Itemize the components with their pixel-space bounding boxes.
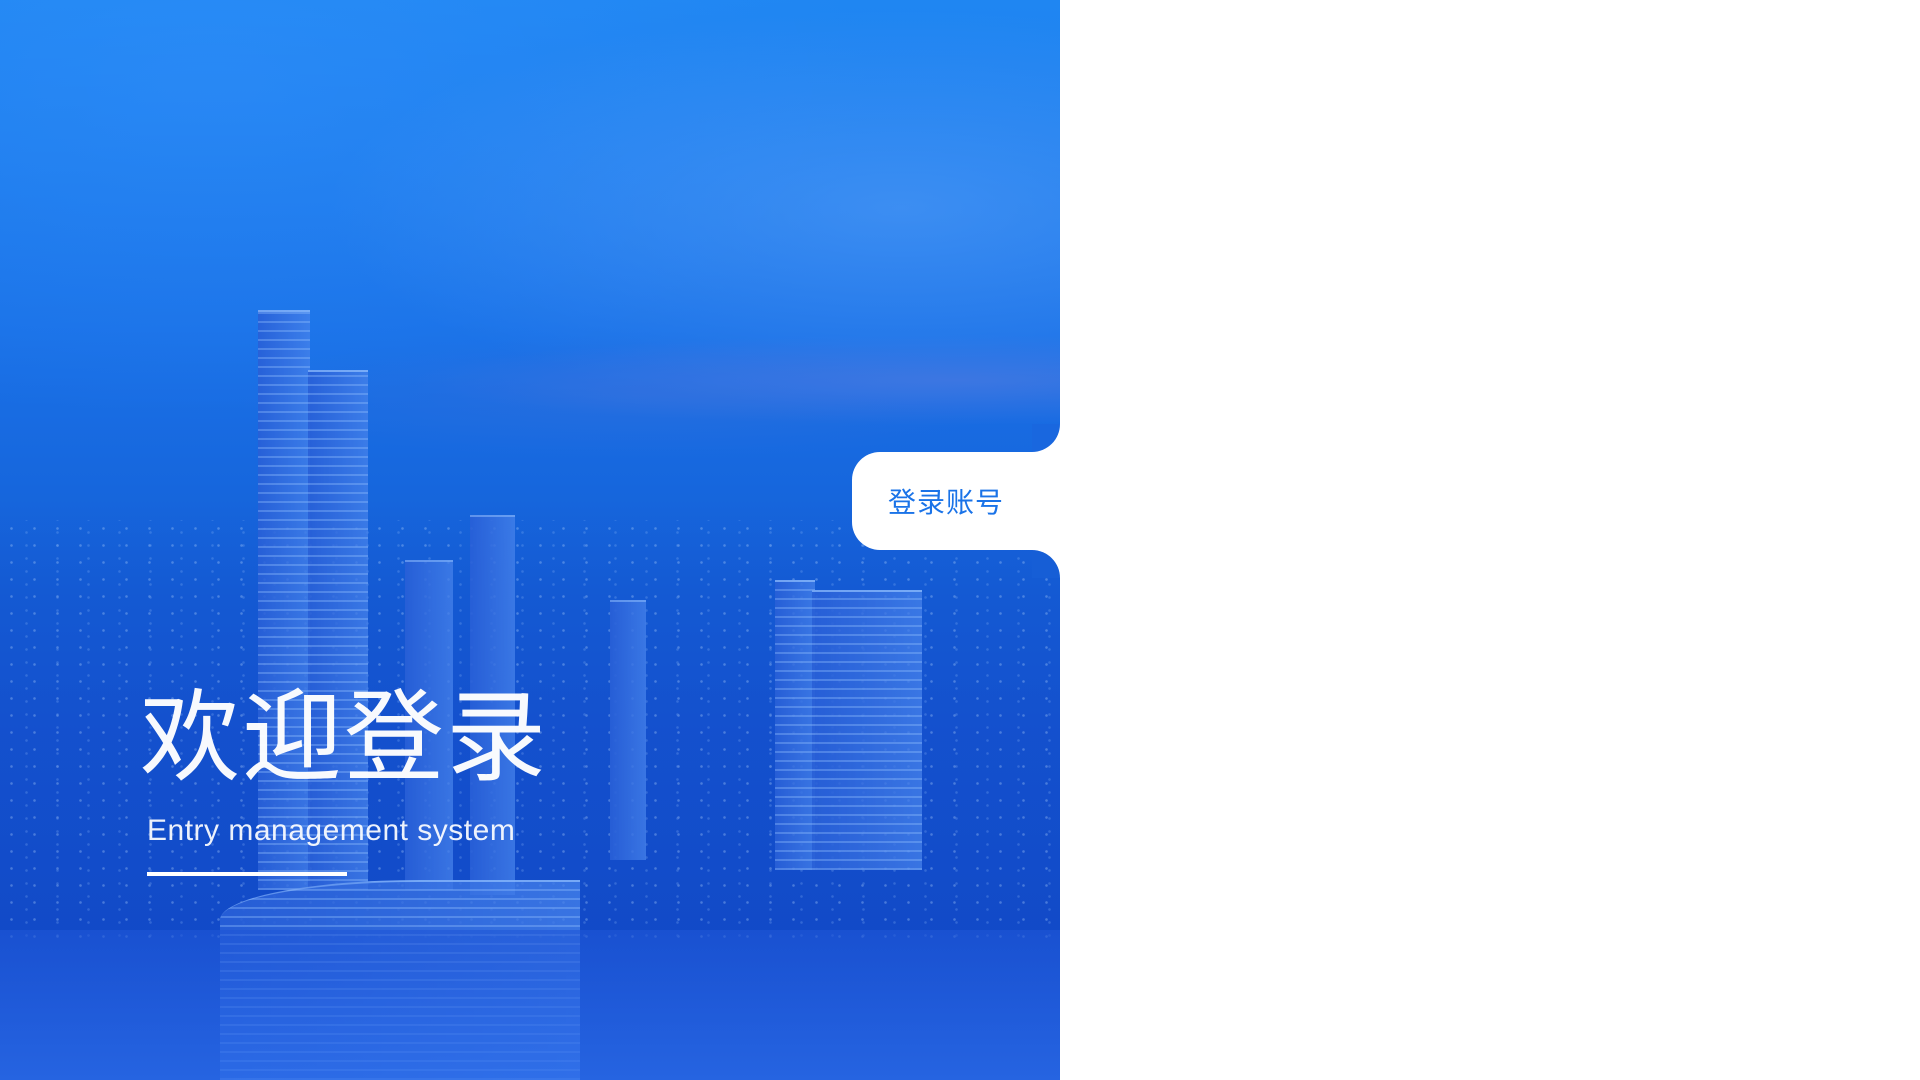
skyscraper (258, 310, 310, 890)
skyscraper (812, 590, 922, 870)
tab-notch-top (1032, 424, 1060, 452)
skyscraper (775, 580, 815, 870)
tab-notch-bottom (1032, 550, 1060, 578)
login-form-area (1060, 0, 1920, 1080)
tab-login-account-label: 登录账号 (888, 486, 1005, 519)
skyscraper (308, 370, 368, 890)
tab-login-account[interactable]: 登录账号 (852, 452, 1072, 550)
welcome-title: 欢迎登录 (140, 679, 548, 796)
title-underline (147, 872, 347, 876)
welcome-subtitle: Entry management system (147, 814, 516, 847)
river (0, 930, 1060, 1080)
login-page: 欢迎登录 Entry management system 登录账号 (0, 0, 1920, 1080)
skyscraper (610, 600, 646, 860)
cloud-layer (0, 300, 1060, 460)
